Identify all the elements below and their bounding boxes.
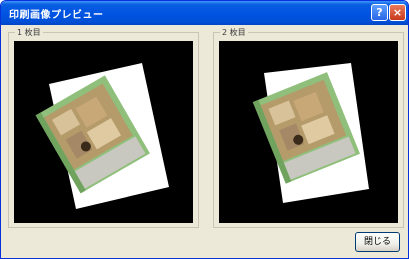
page-2-group: 2 枚目 [213,27,404,228]
page-2-label: 2 枚目 [220,27,248,38]
page-1-image [35,63,169,209]
page-2-preview [219,41,398,223]
help-button[interactable]: ? [371,4,388,21]
close-icon: × [392,6,403,19]
print-preview-window: 印刷画像プレビュー ? × 1 枚目 2 枚目 閉じる [0,0,409,259]
page-1-preview [14,41,193,223]
page-1-group: 1 枚目 [8,27,199,228]
help-icon: ? [376,6,383,19]
close-window-button[interactable]: × [389,4,406,21]
window-title: 印刷画像プレビュー [9,10,104,21]
close-button[interactable]: 閉じる [355,232,400,252]
dialog-footer: 閉じる [8,232,402,254]
title-bar[interactable]: 印刷画像プレビュー ? × [1,1,408,25]
page-2-image [252,63,369,203]
page-1-label: 1 枚目 [15,27,43,38]
